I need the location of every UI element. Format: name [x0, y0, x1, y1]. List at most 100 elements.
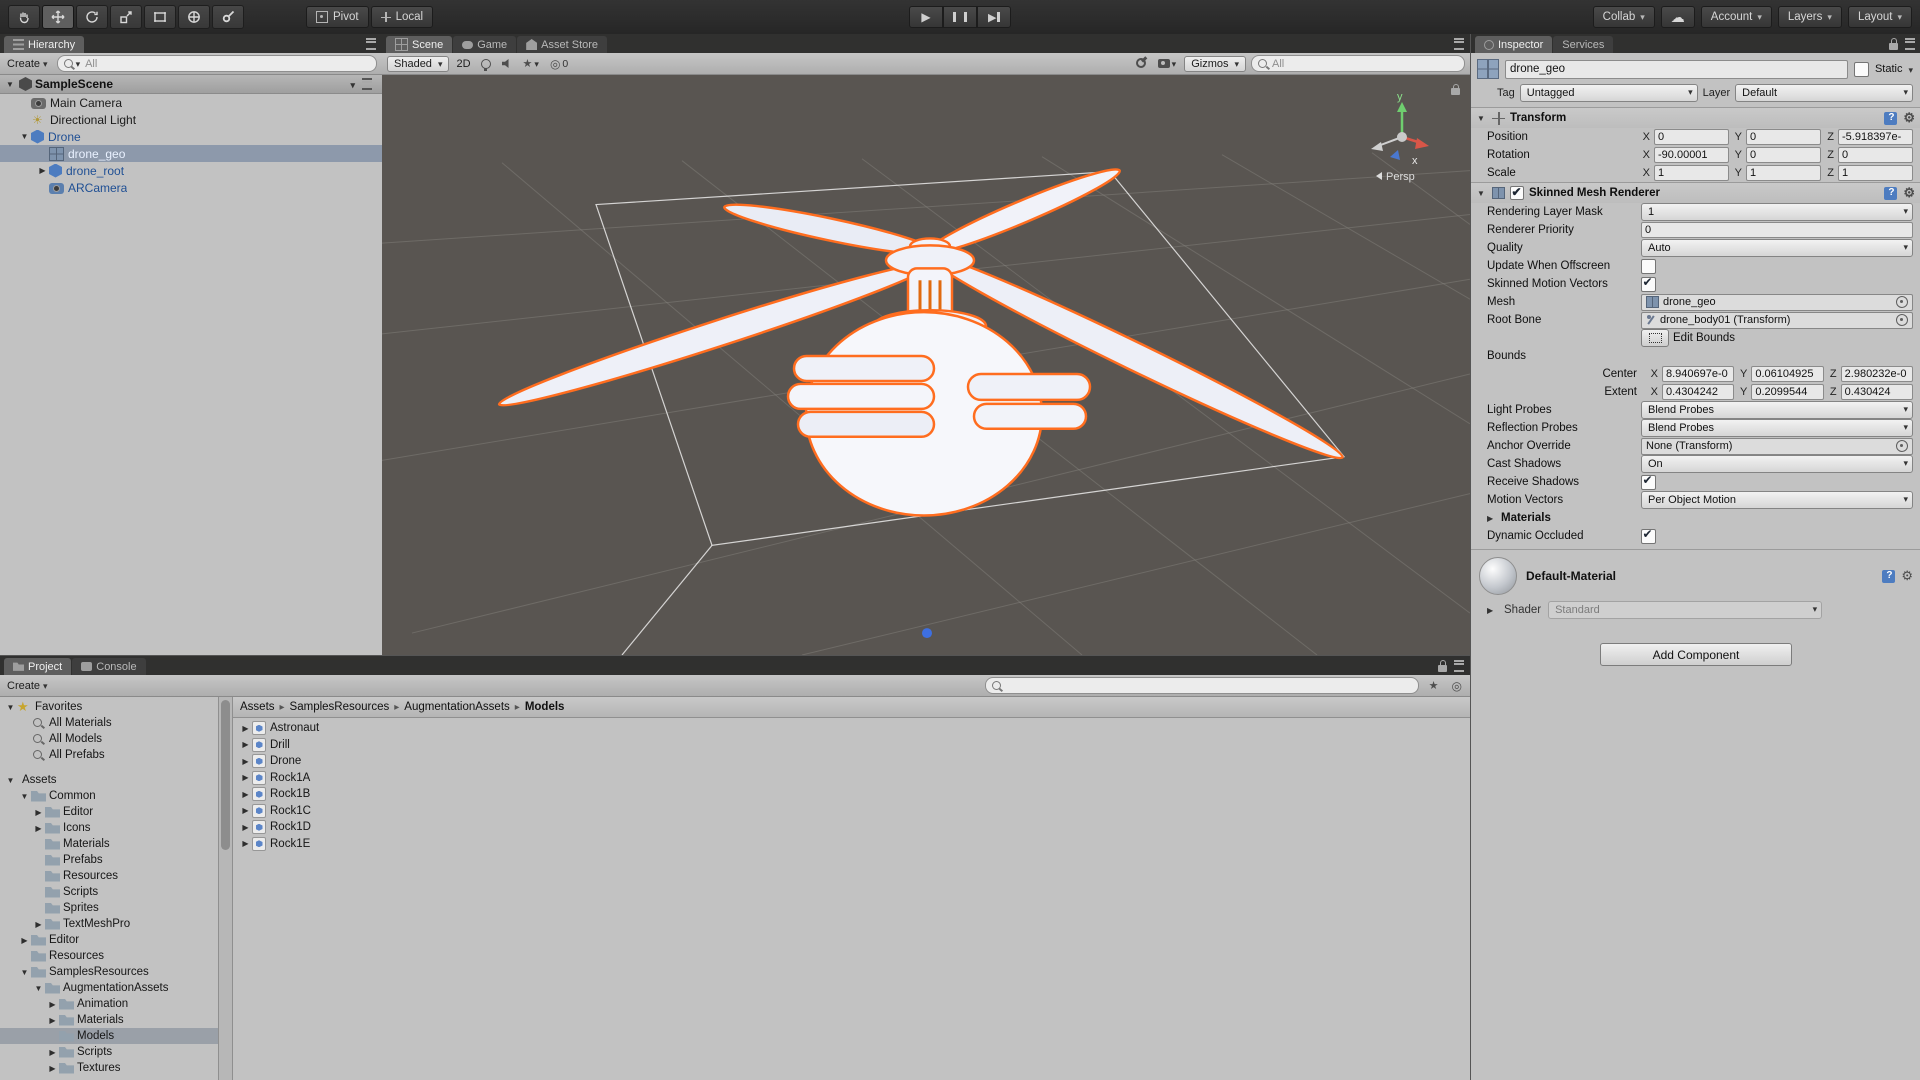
expander-icon[interactable]	[4, 776, 17, 785]
foldout-icon[interactable]	[1487, 606, 1497, 615]
gray-axis-cone[interactable]	[1371, 142, 1383, 151]
layout-dropdown[interactable]: Layout	[1847, 6, 1912, 28]
z-field[interactable]	[1838, 165, 1913, 181]
hand-tool-button[interactable]	[8, 5, 40, 29]
scene-search-input[interactable]	[1270, 56, 1458, 71]
expander-icon[interactable]	[32, 808, 45, 817]
reflection-probes-dropdown[interactable]: Blend Probes	[1641, 419, 1913, 437]
camera-settings-dropdown[interactable]	[1155, 56, 1180, 72]
expander-icon[interactable]	[239, 757, 252, 766]
receive-shadows-checkbox[interactable]	[1641, 473, 1656, 490]
play-button[interactable]	[909, 6, 943, 28]
rotate-tool-button[interactable]	[76, 5, 108, 29]
anchor-override-object-field[interactable]: None (Transform)	[1641, 437, 1913, 455]
breadcrumb-item[interactable]: AugmentationAssets	[389, 701, 509, 713]
expander-icon[interactable]	[46, 1000, 59, 1009]
foldout-icon[interactable]	[1487, 514, 1497, 523]
project-tree-item[interactable]: SamplesResources	[0, 964, 218, 980]
scene-header-row[interactable]: SampleScene	[0, 75, 382, 94]
help-icon[interactable]	[1884, 111, 1898, 125]
cast-shadows-dropdown[interactable]: On	[1641, 455, 1913, 473]
expander-icon[interactable]	[239, 806, 252, 815]
panel-menu-icon[interactable]	[366, 37, 376, 50]
gear-icon[interactable]	[1903, 110, 1915, 126]
expander-icon[interactable]	[239, 724, 252, 733]
asset-list-item[interactable]: Rock1E	[233, 836, 1470, 853]
expander-icon[interactable]	[46, 1016, 59, 1025]
project-search[interactable]	[984, 677, 1419, 694]
pause-button[interactable]	[943, 6, 977, 28]
expander-icon[interactable]	[18, 936, 31, 945]
y-field[interactable]	[1746, 165, 1821, 181]
center-z-field[interactable]	[1840, 366, 1913, 382]
asset-list-item[interactable]: Drill	[233, 737, 1470, 754]
expander-icon[interactable]	[32, 984, 45, 993]
create-dropdown[interactable]: Create	[5, 680, 50, 692]
custom-tool-button[interactable]	[212, 5, 244, 29]
scene-orientation-gizmo[interactable]: y x Persp	[1346, 89, 1456, 185]
gizmo-center[interactable]	[1397, 132, 1407, 142]
hierarchy-item[interactable]: drone_root	[0, 162, 382, 179]
foldout-icon[interactable]	[1477, 114, 1487, 123]
center-x-field[interactable]	[1662, 366, 1735, 382]
project-tree-item[interactable]: Materials	[0, 836, 218, 852]
project-tree-item[interactable]: Scripts	[0, 884, 218, 900]
lock-icon[interactable]	[1438, 660, 1447, 672]
hierarchy-item[interactable]: Main Camera	[0, 94, 382, 111]
help-icon[interactable]	[1882, 569, 1896, 583]
asset-list-item[interactable]: Rock1D	[233, 819, 1470, 836]
center-y-field[interactable]	[1751, 366, 1824, 382]
panel-menu-icon[interactable]	[1454, 659, 1464, 672]
help-icon[interactable]	[1884, 186, 1898, 200]
project-tree-item[interactable]: Assets	[0, 772, 218, 788]
asset-list-item[interactable]: Astronaut	[233, 720, 1470, 737]
expander-icon[interactable]	[239, 839, 252, 848]
add-component-button[interactable]: Add Component	[1600, 643, 1792, 666]
expander-icon[interactable]	[239, 740, 252, 749]
cloud-button[interactable]	[1660, 6, 1695, 28]
asset-list-item[interactable]: Rock1C	[233, 803, 1470, 820]
transform-tool-button[interactable]	[178, 5, 210, 29]
mesh-object-field[interactable]: drone_geo	[1641, 293, 1913, 311]
scrollbar-thumb[interactable]	[221, 700, 230, 850]
lock-icon[interactable]	[1889, 38, 1898, 50]
extent-x-field[interactable]	[1662, 384, 1735, 400]
tool-settings-button[interactable]	[1133, 56, 1150, 72]
tab-console[interactable]: Console	[72, 658, 146, 675]
account-dropdown[interactable]: Account	[1700, 6, 1772, 28]
expander-icon[interactable]	[36, 166, 49, 175]
project-tree-item[interactable]: Resources	[0, 868, 218, 884]
scene-effects-dropdown[interactable]	[520, 56, 542, 72]
expander-icon[interactable]	[18, 968, 31, 977]
asset-list-item[interactable]: Drone	[233, 753, 1470, 770]
search-by-type-button[interactable]	[1426, 678, 1442, 694]
rect-tool-button[interactable]	[144, 5, 176, 29]
tab-services[interactable]: Services	[1553, 36, 1614, 53]
y-field[interactable]	[1746, 147, 1821, 163]
search-by-label-button[interactable]	[1449, 678, 1465, 694]
expander-icon[interactable]	[46, 1048, 59, 1057]
quality-dropdown[interactable]: Auto	[1641, 239, 1913, 257]
step-button[interactable]	[977, 6, 1011, 28]
project-tree-item[interactable]: Common	[0, 788, 218, 804]
collab-dropdown[interactable]: Collab	[1592, 6, 1655, 28]
object-picker-icon[interactable]	[1896, 296, 1908, 308]
extent-z-field[interactable]	[1840, 384, 1913, 400]
scene-lighting-toggle[interactable]	[478, 56, 494, 72]
hierarchy-item[interactable]: Drone	[0, 128, 382, 145]
project-tree-item[interactable]: Scripts	[0, 1044, 218, 1060]
expander-icon[interactable]	[4, 703, 17, 712]
hierarchy-item[interactable]: drone_geo	[0, 145, 382, 162]
x-field[interactable]	[1654, 129, 1729, 145]
project-tree-item[interactable]: All Prefabs	[0, 747, 218, 763]
tab-game[interactable]: Game	[453, 36, 517, 53]
expander-icon[interactable]	[46, 1064, 59, 1073]
project-tree-item[interactable]: AugmentationAssets	[0, 980, 218, 996]
expander-icon[interactable]	[18, 132, 31, 141]
gear-icon[interactable]	[1903, 185, 1915, 201]
object-picker-icon[interactable]	[1896, 314, 1908, 326]
hierarchy-search-input[interactable]	[83, 56, 370, 71]
scene-header-chevron-icon[interactable]	[350, 77, 355, 91]
project-tree-item[interactable]: Models	[0, 1028, 218, 1044]
expander-icon[interactable]	[4, 80, 16, 89]
